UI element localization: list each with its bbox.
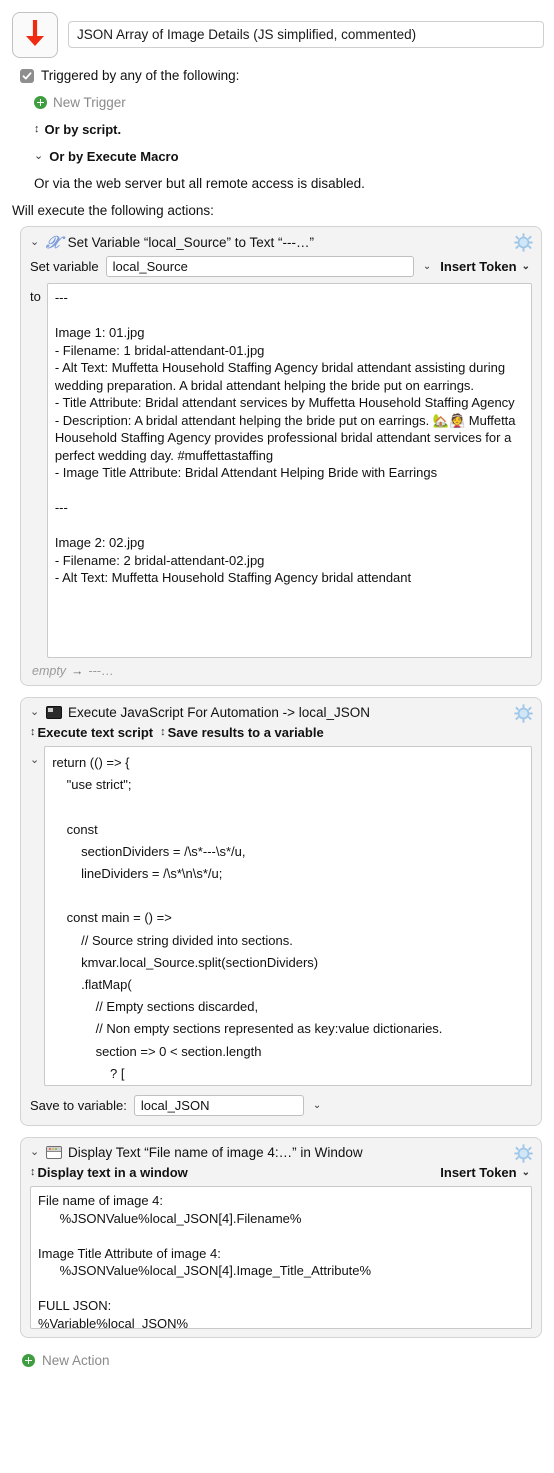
chevron-down-icon[interactable]: ⌄	[30, 1147, 40, 1158]
actions-list: ⌄ 𝒳 Set Variable “local_Source” to Text …	[0, 226, 554, 1338]
action-result-footer: empty → ---…	[21, 658, 541, 685]
chevron-down-icon[interactable]: ⌄	[311, 1100, 323, 1111]
action-title: Set Variable “local_Source” to Text “---…	[67, 235, 314, 250]
to-label: to	[30, 289, 41, 304]
display-mode-label: Display text in a window	[37, 1165, 188, 1180]
chevron-down-icon: ⌄	[521, 261, 530, 272]
or-by-script-control[interactable]: ↕ Or by script.	[34, 122, 542, 137]
save-to-variable-value: local_JSON	[140, 1098, 210, 1113]
new-trigger-button[interactable]: New Trigger	[34, 95, 542, 110]
chevron-down-icon[interactable]: ⌄	[30, 707, 40, 718]
variable-name-value: local_Source	[112, 259, 188, 274]
chevron-down-icon[interactable]: ⌄	[30, 237, 40, 248]
up-down-chevron-icon: ↕	[160, 726, 165, 738]
up-down-chevron-icon: ↕	[30, 726, 35, 738]
or-by-execute-macro-control[interactable]: ⌄ Or by Execute Macro	[34, 149, 542, 164]
will-execute-label: Will execute the following actions:	[12, 203, 214, 218]
or-by-execute-macro-label: Or by Execute Macro	[49, 149, 179, 164]
set-variable-row: Set variable local_Source ⌄ Insert Token…	[21, 256, 541, 283]
plus-circle-icon	[34, 96, 47, 109]
save-to-variable-label: Save to variable:	[30, 1098, 127, 1113]
script-input[interactable]: return (() => { "use strict"; const sect…	[44, 746, 532, 1086]
action-set-variable[interactable]: ⌄ 𝒳 Set Variable “local_Source” to Text …	[20, 226, 542, 686]
execute-mode-popup[interactable]: ↕ Execute text script	[30, 725, 153, 740]
execute-mode-label: Execute text script	[37, 725, 154, 740]
new-action-button[interactable]: New Action	[0, 1349, 554, 1368]
chevron-down-icon: ⌄	[34, 150, 44, 162]
source-text-input[interactable]: --- Image 1: 01.jpg - Filename: 1 bridal…	[46, 283, 532, 658]
web-server-note: Or via the web server but all remote acc…	[34, 176, 365, 191]
footer-from-value: empty	[32, 664, 67, 678]
up-down-chevron-icon: ↕	[30, 1166, 35, 1178]
insert-token-button[interactable]: Insert Token ⌄	[440, 259, 532, 274]
macro-icon-button[interactable]	[12, 12, 58, 58]
display-text-input[interactable]: File name of image 4: %JSONValue%local_J…	[30, 1186, 532, 1329]
chevron-down-icon[interactable]: ⌄	[421, 261, 433, 272]
chevron-down-icon: ⌄	[521, 1167, 530, 1178]
macro-title-text: JSON Array of Image Details (JS simplifi…	[77, 27, 417, 42]
save-results-popup[interactable]: ↕ Save results to a variable	[160, 725, 324, 740]
action-display-text[interactable]: ⌄ Display Text “File name of image 4:…” …	[20, 1137, 542, 1338]
action-title: Execute JavaScript For Automation -> loc…	[68, 705, 371, 720]
insert-token-button[interactable]: Insert Token ⌄	[440, 1165, 532, 1180]
script-mode-row: ↕ Execute text script ↕ Save results to …	[21, 725, 541, 746]
window-icon	[46, 1146, 62, 1159]
save-to-variable-input[interactable]: local_JSON	[133, 1095, 304, 1116]
save-results-label: Save results to a variable	[167, 725, 324, 740]
gear-icon[interactable]	[514, 1144, 533, 1163]
new-action-label: New Action	[42, 1353, 110, 1368]
terminal-icon	[46, 706, 62, 719]
footer-to-value: ---…	[88, 664, 114, 678]
action-header[interactable]: ⌄ Execute JavaScript For Automation -> l…	[21, 698, 541, 725]
variable-icon: 𝒳	[46, 233, 61, 252]
trigger-block: Triggered by any of the following: New T…	[0, 58, 554, 191]
variable-name-input[interactable]: local_Source	[105, 256, 414, 277]
action-title: Display Text “File name of image 4:…” in…	[68, 1145, 363, 1160]
arrow-right-icon: →	[71, 664, 84, 678]
trigger-enabled-row[interactable]: Triggered by any of the following:	[20, 68, 542, 83]
to-row: to --- Image 1: 01.jpg - Filename: 1 bri…	[21, 283, 541, 658]
set-variable-label: Set variable	[30, 259, 99, 274]
display-mode-popup[interactable]: ↕ Display text in a window	[30, 1165, 188, 1180]
down-arrow-icon	[22, 18, 48, 53]
gear-icon[interactable]	[514, 704, 533, 723]
or-by-script-label: Or by script.	[44, 122, 122, 137]
action-header[interactable]: ⌄ Display Text “File name of image 4:…” …	[21, 1138, 541, 1165]
gear-icon[interactable]	[514, 233, 533, 252]
trigger-enabled-label: Triggered by any of the following:	[41, 68, 240, 83]
save-to-variable-row: Save to variable: local_JSON ⌄	[21, 1086, 541, 1125]
chevron-down-icon[interactable]: ⌄	[30, 746, 39, 766]
new-trigger-label: New Trigger	[53, 95, 126, 110]
insert-token-label: Insert Token	[440, 1165, 517, 1180]
macro-header: JSON Array of Image Details (JS simplifi…	[0, 0, 554, 58]
script-row: ⌄ return (() => { "use strict"; const se…	[21, 746, 541, 1086]
insert-token-label: Insert Token	[440, 259, 517, 274]
trigger-enabled-checkbox[interactable]	[20, 68, 34, 83]
display-mode-row: ↕ Display text in a window Insert Token …	[21, 1165, 541, 1186]
plus-circle-icon	[22, 1354, 35, 1367]
action-header[interactable]: ⌄ 𝒳 Set Variable “local_Source” to Text …	[21, 227, 541, 256]
action-execute-javascript[interactable]: ⌄ Execute JavaScript For Automation -> l…	[20, 697, 542, 1126]
macro-title-input[interactable]: JSON Array of Image Details (JS simplifi…	[68, 21, 544, 48]
up-down-chevron-icon: ↕	[34, 123, 39, 135]
